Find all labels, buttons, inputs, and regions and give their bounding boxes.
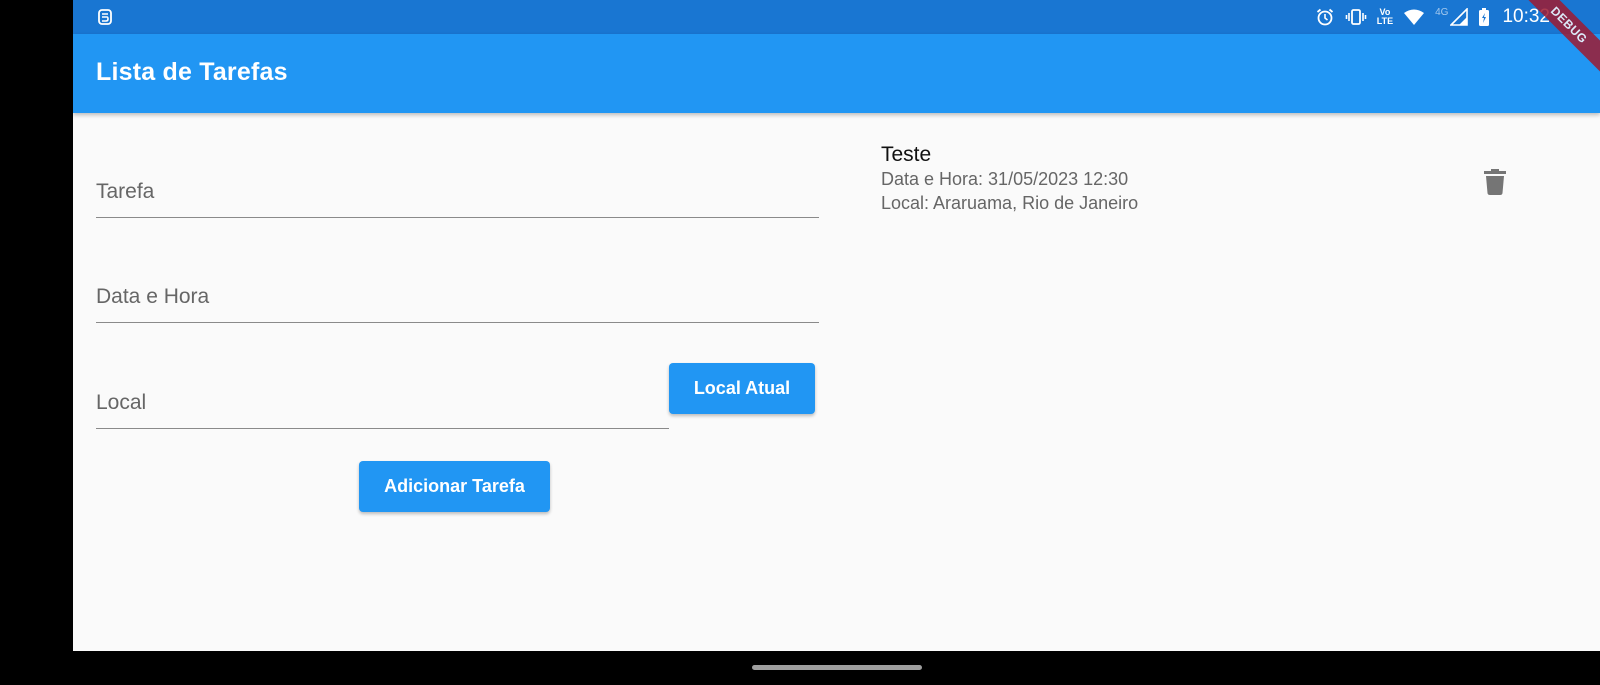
task-title: Teste	[881, 143, 932, 166]
alarm-icon	[1316, 8, 1333, 26]
app-bar: Lista de Tarefas	[73, 34, 1600, 113]
tarefa-underline	[96, 217, 819, 218]
task-list-item[interactable]: Teste Data e Hora: 31/05/2023 12:30 Loca…	[881, 140, 1541, 216]
data-hora-underline	[96, 322, 819, 323]
home-gesture-handle[interactable]	[752, 665, 922, 670]
tarefa-field[interactable]: Tarefa	[96, 166, 819, 218]
battery-icon	[1479, 8, 1490, 26]
local-input[interactable]	[96, 377, 669, 429]
network-type-label: 4G	[1435, 6, 1449, 18]
status-icons: Vo LTE 4G 10:32	[1315, 0, 1550, 34]
volte-lte-icon: Vo LTE	[1376, 7, 1394, 26]
adicionar-tarefa-button[interactable]: Adicionar Tarefa	[359, 461, 550, 512]
navigation-bar	[0, 651, 1600, 685]
cellular-signal-icon	[1450, 8, 1469, 26]
app-notification-icon	[98, 9, 112, 25]
app-screen: Vo LTE 4G 10:32 Lista de Tarefas DEBUG T…	[73, 0, 1600, 651]
status-bar: Vo LTE 4G 10:32	[73, 0, 1600, 34]
task-datetime: Data e Hora: 31/05/2023 12:30	[881, 169, 1129, 189]
local-atual-button[interactable]: Local Atual	[669, 363, 815, 414]
tarefa-input[interactable]	[96, 166, 819, 218]
page-title: Lista de Tarefas	[96, 58, 288, 86]
wifi-icon	[1404, 9, 1425, 25]
data-hora-field[interactable]: Data e Hora	[96, 271, 819, 323]
vibrate-icon	[1345, 9, 1367, 25]
task-location: Local: Araruama, Rio de Janeiro	[881, 193, 1139, 213]
local-field[interactable]: Local	[96, 377, 669, 429]
local-underline	[96, 428, 669, 429]
data-hora-input[interactable]	[96, 271, 819, 323]
trash-icon	[1484, 169, 1506, 195]
delete-task-button[interactable]	[1473, 160, 1517, 204]
